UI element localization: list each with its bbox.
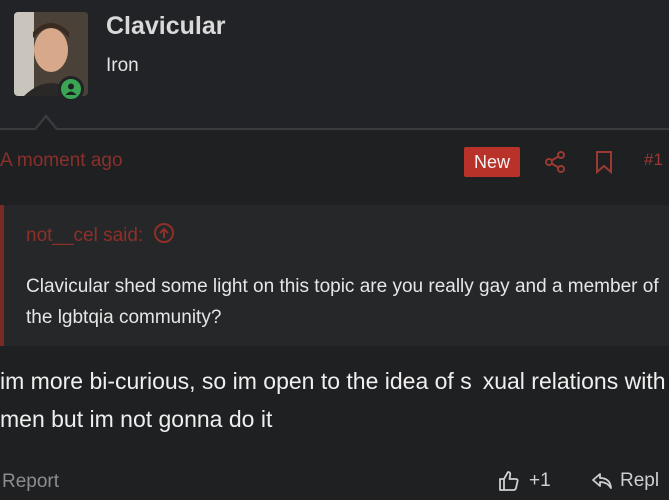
up-arrow-icon[interactable] [153, 222, 175, 250]
user-rank: Iron [106, 55, 139, 76]
thumbs-up-icon [499, 471, 519, 491]
new-badge: New [464, 147, 520, 177]
post-number[interactable]: #1 [644, 150, 663, 170]
report-link[interactable]: Report [2, 471, 59, 493]
like-button[interactable]: +1 [497, 469, 551, 493]
reply-label: Repl [620, 470, 660, 491]
quote-text: Clavicular shed some light on this topic… [26, 276, 659, 328]
share-icon[interactable] [543, 150, 567, 179]
post-body: im more bi-curious, so im open to the id… [0, 368, 666, 432]
header-divider [0, 128, 669, 130]
quote-block: not__cel said: Clavicular shed some ligh… [0, 205, 669, 346]
post-header: Clavicular Iron [0, 0, 669, 128]
reply-icon [592, 473, 612, 489]
like-count: +1 [529, 470, 551, 491]
header-pointer-inner [36, 118, 56, 130]
reply-button[interactable]: Repl [590, 469, 659, 493]
bookmark-icon[interactable] [594, 150, 614, 179]
quote-author[interactable]: not__cel said: [26, 222, 175, 250]
username[interactable]: Clavicular [106, 12, 226, 41]
post-timestamp[interactable]: A moment ago [0, 150, 123, 172]
online-status-icon [58, 76, 84, 102]
quote-author-label: not__cel said: [26, 225, 144, 246]
